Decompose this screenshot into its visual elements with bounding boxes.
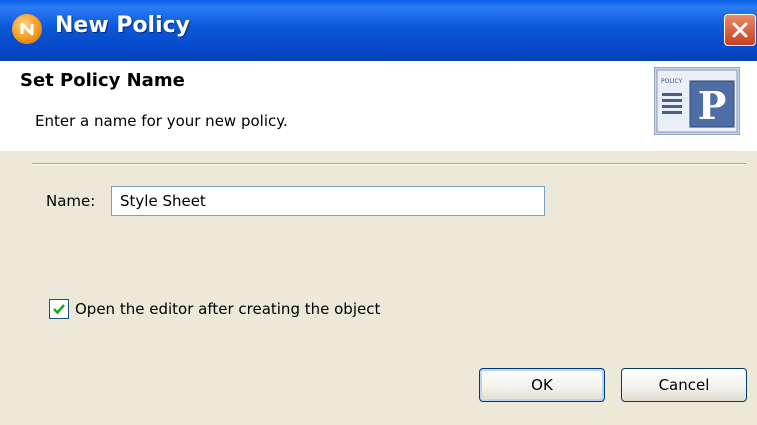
policy-document-icon: POLICY P (654, 67, 740, 135)
close-button[interactable] (724, 14, 756, 46)
close-icon (732, 22, 748, 38)
page-description: Enter a name for your new policy. (35, 112, 288, 130)
open-editor-label: Open the editor after creating the objec… (75, 300, 381, 318)
wizard-header: Set Policy Name Enter a name for your ne… (0, 61, 757, 151)
title-bar[interactable]: New Policy (0, 0, 757, 61)
name-field[interactable] (111, 186, 545, 216)
policy-icon-caption: POLICY (661, 78, 683, 85)
page-title: Set Policy Name (20, 70, 185, 91)
cancel-button[interactable]: Cancel (621, 368, 747, 402)
open-editor-checkbox[interactable] (49, 299, 69, 319)
new-policy-dialog: New Policy Set Policy Name Enter a name … (0, 0, 757, 425)
ok-button[interactable]: OK (479, 368, 605, 402)
novell-n-icon (12, 14, 42, 44)
policy-icon-letter: P (698, 83, 727, 128)
window-title: New Policy (55, 13, 191, 38)
header-separator (32, 163, 746, 165)
name-label: Name: (46, 192, 96, 210)
checkmark-icon (53, 304, 65, 315)
